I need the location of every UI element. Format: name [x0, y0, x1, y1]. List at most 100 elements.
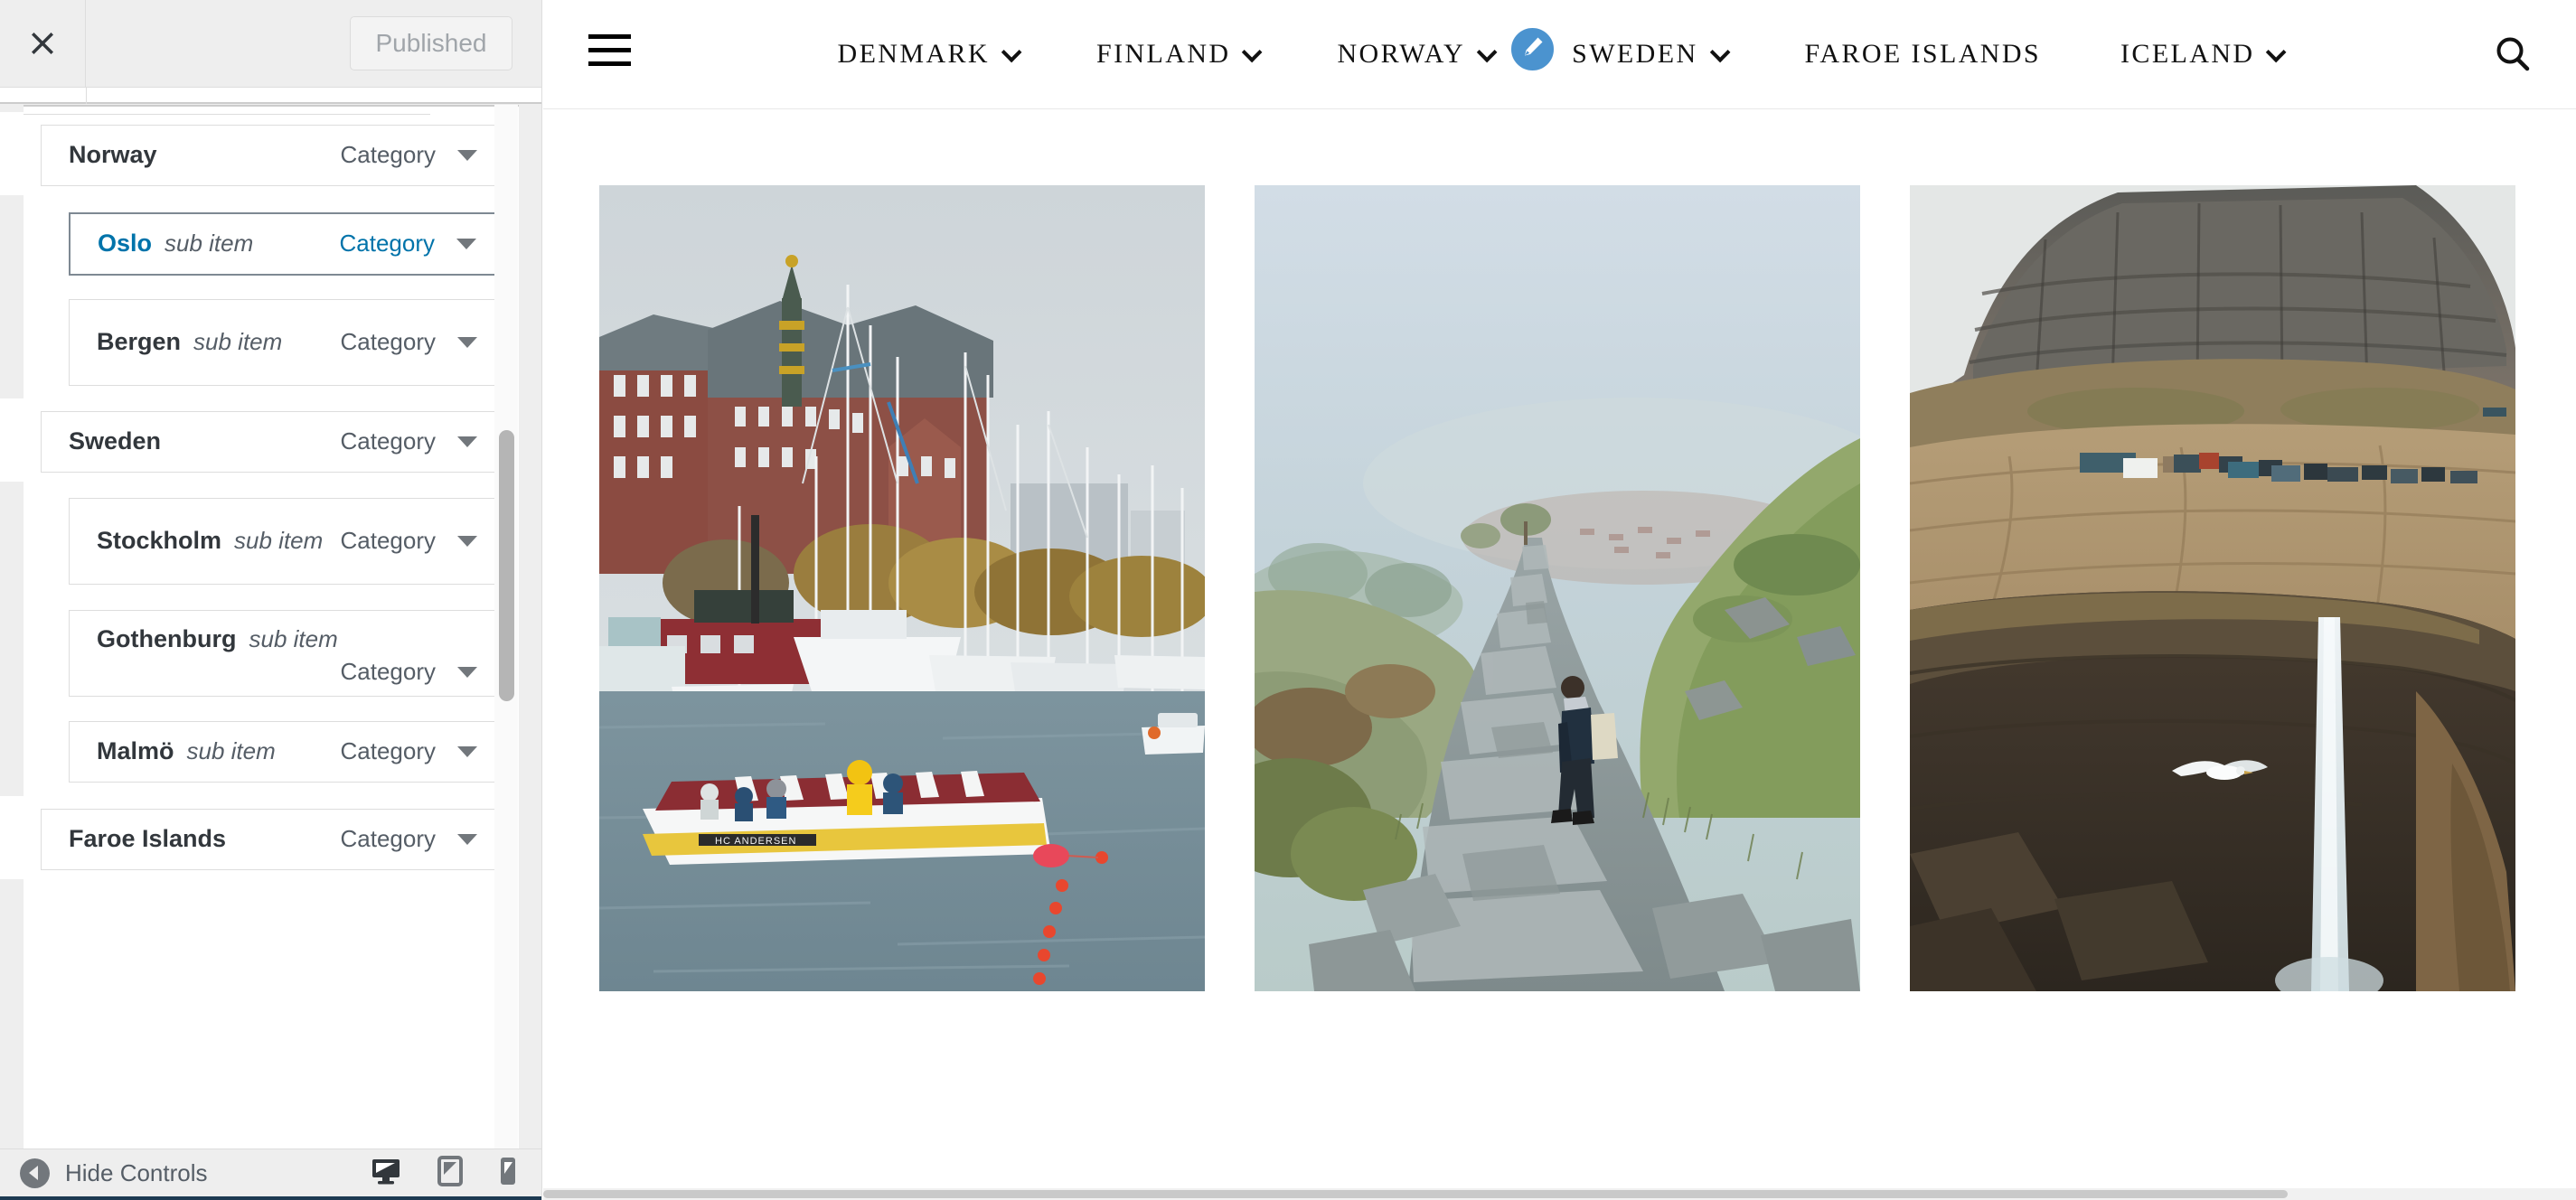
chevron-down-icon[interactable]	[1709, 42, 1730, 63]
preview-horizontal-scrollbar[interactable]	[543, 1188, 2576, 1200]
customizer-footer: Hide Controls	[0, 1148, 541, 1200]
chevron-down-icon[interactable]	[457, 666, 477, 678]
close-x-icon	[27, 28, 58, 59]
tablet-icon	[437, 1155, 463, 1190]
chevron-down-icon[interactable]	[457, 535, 477, 547]
menu-item-controls: Category	[340, 328, 477, 356]
menu-item-malmö[interactable]: Malmö sub item Category	[69, 721, 500, 783]
menu-depth-bleed	[0, 112, 24, 195]
customizer-panel-body: Norway Category Oslo sub item Category Bergen…	[0, 105, 541, 1148]
menu-item-sub-label: sub item	[249, 624, 338, 652]
menu-item-object-type: Category	[340, 825, 437, 853]
faroe-waterfall-photo[interactable]	[1910, 185, 2515, 991]
search-icon	[2493, 37, 2533, 78]
nav-item-iceland[interactable]: Iceland	[2081, 39, 2321, 70]
menu-item-controls: Category	[340, 737, 477, 765]
chevron-down-icon[interactable]	[457, 745, 477, 757]
subheader-divider	[86, 88, 87, 104]
chevron-down-icon[interactable]	[456, 238, 476, 249]
pencil-edit-icon	[1519, 33, 1547, 65]
menu-item-sub-label: sub item	[193, 328, 283, 356]
menu-item-object-type: Category	[340, 427, 437, 455]
menu-item-controls: Category	[340, 527, 477, 555]
mobile-preview-button[interactable]	[499, 1156, 517, 1191]
nav-item-norway[interactable]: Norway	[1297, 24, 1558, 74]
menu-item-sub-label: sub item	[165, 230, 254, 258]
menu-item-object-type: Category	[340, 328, 437, 356]
menu-item-sub-label: sub item	[186, 737, 276, 765]
menu-item-controls: Category	[340, 825, 477, 853]
primary-navigation: Denmark Finland Norway Sweden Faroe Islands I…	[798, 24, 2322, 74]
nav-item-faroe-islands[interactable]: Faroe Islands	[1765, 39, 2082, 70]
preview-horizontal-scrollbar-thumb[interactable]	[543, 1190, 2288, 1198]
menu-item-title: Malmö	[97, 737, 174, 765]
menu-item-sweden[interactable]: Sweden Category	[41, 411, 500, 473]
menu-item-title: Norway	[69, 141, 157, 169]
chevron-down-icon[interactable]	[457, 833, 477, 845]
nav-item-label: Finland	[1096, 39, 1231, 69]
menu-item-object-type: Category	[340, 141, 437, 169]
sidebar-scrollbar[interactable]	[494, 105, 518, 1148]
chevron-down-icon[interactable]	[457, 336, 477, 348]
chevron-down-icon[interactable]	[457, 149, 477, 161]
menu-item-object-type: Category	[340, 527, 437, 555]
nav-item-label: Faroe Islands	[1804, 39, 2042, 69]
desktop-preview-button[interactable]	[371, 1156, 401, 1191]
customizer-sidebar: Published Norway Category Oslo sub item Cate…	[0, 0, 542, 1200]
menu-item-gothenburg[interactable]: Gothenburg sub item Category	[69, 610, 500, 697]
panel-top-divider	[24, 114, 430, 115]
menu-item-bergen[interactable]: Bergen sub item Category	[69, 299, 500, 386]
hide-controls-button[interactable]: Hide Controls	[0, 1158, 208, 1188]
menu-item-object-type: Category	[339, 230, 436, 258]
bergen-mountain-trail-photo[interactable]	[1255, 185, 1860, 991]
device-preview-group	[371, 1155, 541, 1191]
search-button[interactable]	[2493, 34, 2533, 79]
edit-menu-shortcut-button[interactable]	[1508, 24, 1558, 74]
menu-item-oslo[interactable]: Oslo sub item Category	[69, 212, 500, 276]
menu-item-stockholm[interactable]: Stockholm sub item Category	[69, 498, 500, 585]
menu-item-title: Gothenburg	[97, 624, 237, 652]
site-preview-frame: Denmark Finland Norway Sweden Faroe Islands I…	[543, 0, 2576, 1200]
nav-item-label: Sweden	[1572, 39, 1698, 69]
menu-items-pane: Norway Category Oslo sub item Category Bergen…	[24, 105, 519, 1148]
desktop-icon	[371, 1158, 401, 1190]
chevron-down-icon[interactable]	[1242, 42, 1263, 63]
nav-item-finland[interactable]: Finland	[1057, 39, 1297, 70]
tablet-preview-button[interactable]	[437, 1155, 463, 1191]
photo-gallery: HC ANDERSEN	[543, 109, 2576, 991]
menu-item-controls: Category	[340, 427, 477, 455]
customizer-screen: Published Norway Category Oslo sub item Cate…	[0, 0, 2576, 1200]
menu-item-title: Oslo	[98, 230, 153, 258]
menu-item-title: Bergen	[97, 328, 182, 356]
nav-item-label: Iceland	[2120, 39, 2255, 69]
menu-item-norway[interactable]: Norway Category	[41, 125, 500, 186]
menu-item-controls: Category	[339, 230, 476, 258]
chevron-down-icon[interactable]	[1476, 42, 1498, 63]
customizer-subheader	[0, 88, 541, 104]
nav-item-denmark[interactable]: Denmark	[798, 39, 1057, 70]
chevron-down-icon[interactable]	[457, 436, 477, 447]
close-customizer-button[interactable]	[0, 0, 86, 87]
menu-depth-bleed	[0, 796, 24, 879]
nav-item-sweden[interactable]: Sweden	[1532, 39, 1764, 70]
menu-item-controls: Category	[340, 141, 477, 169]
hamburger-menu-icon[interactable]	[588, 34, 631, 66]
menu-item-object-type: Category	[340, 737, 437, 765]
menu-item-sub-label: sub item	[234, 527, 324, 555]
mobile-icon	[499, 1157, 517, 1190]
menu-item-faroe-islands[interactable]: Faroe Islands Category	[41, 809, 500, 870]
menu-depth-bleed	[0, 398, 24, 482]
nav-item-label: Norway	[1337, 39, 1466, 69]
sidebar-scrollbar-thumb[interactable]	[499, 430, 514, 701]
chevron-down-icon[interactable]	[2266, 42, 2287, 63]
svg-text:HC ANDERSEN: HC ANDERSEN	[715, 836, 796, 847]
nav-item-label: Denmark	[837, 39, 990, 69]
menu-item-title: Sweden	[69, 427, 162, 455]
copenhagen-harbour-photo[interactable]: HC ANDERSEN	[599, 185, 1205, 991]
menu-item-controls: Category	[341, 658, 477, 686]
hide-controls-label: Hide Controls	[65, 1158, 208, 1186]
publish-button[interactable]: Published	[350, 16, 512, 70]
chevron-down-icon[interactable]	[1001, 42, 1022, 63]
menu-item-title: Faroe Islands	[69, 825, 227, 853]
customizer-header: Published	[0, 0, 541, 88]
